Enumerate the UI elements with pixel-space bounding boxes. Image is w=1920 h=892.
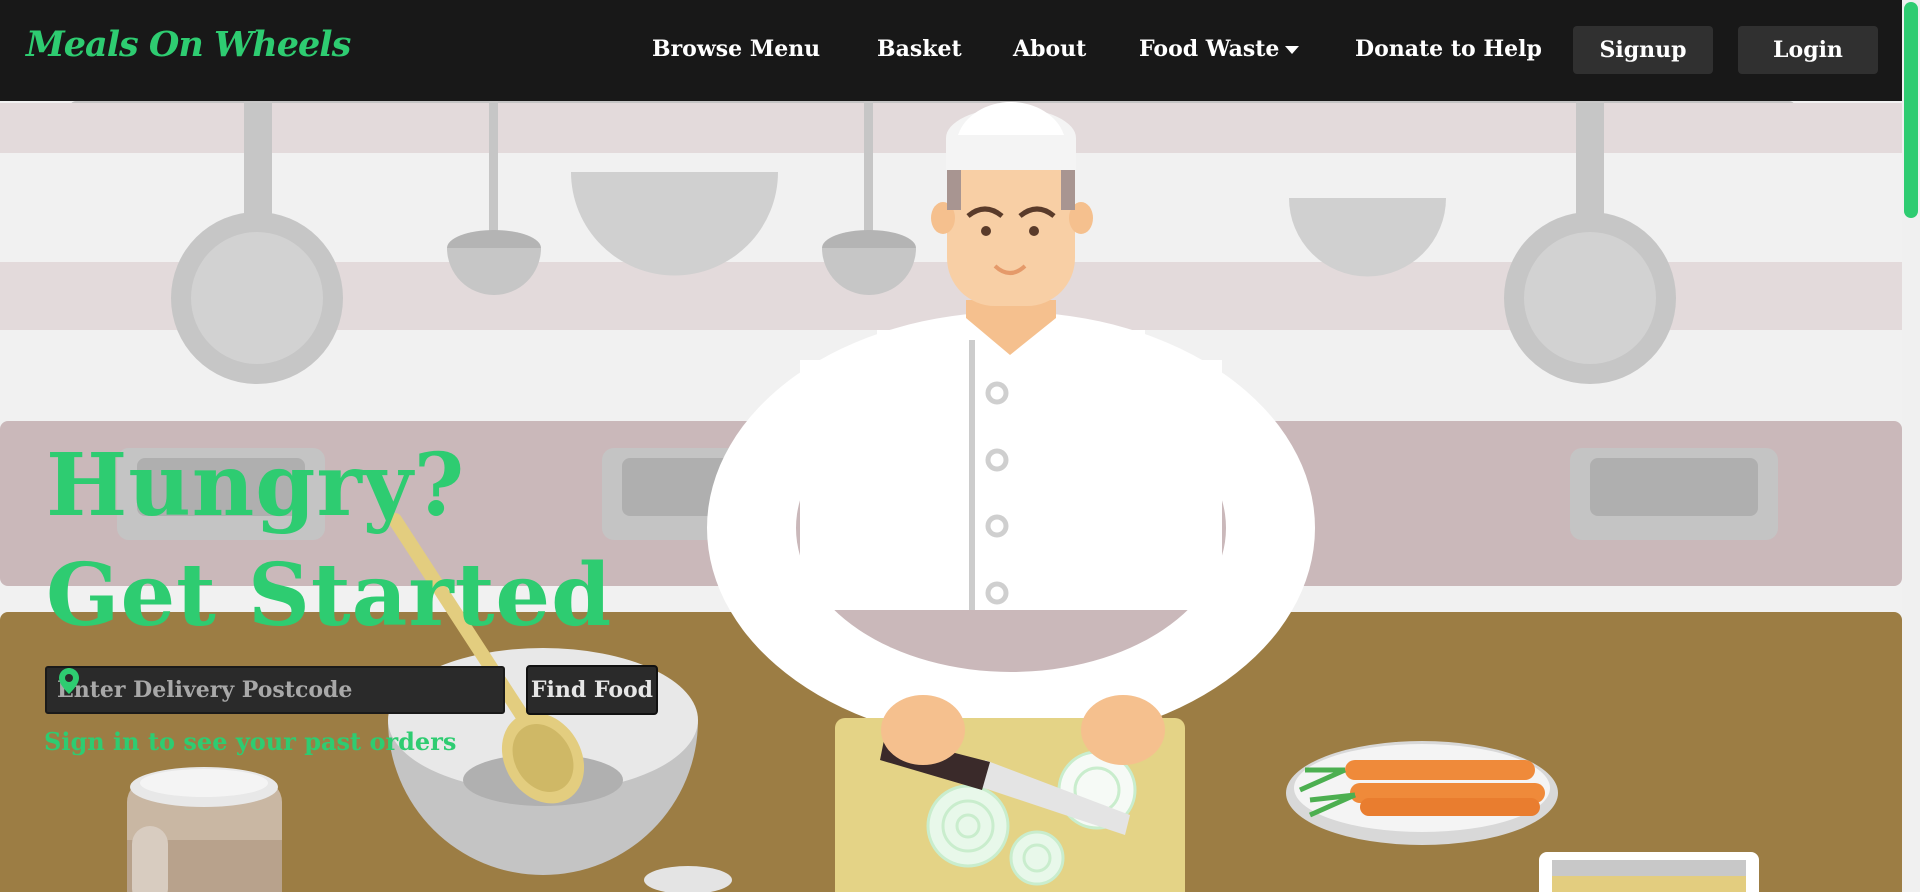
nav-food-waste-label: Food Waste bbox=[1139, 36, 1280, 62]
map-pin-icon bbox=[59, 668, 79, 694]
hero-section: Hungry? Get Started Find Food Sign in to… bbox=[0, 101, 1902, 892]
nav-food-waste-dropdown[interactable]: Food Waste bbox=[1139, 36, 1300, 62]
signin-past-orders-link[interactable]: Sign in to see your past orders bbox=[44, 727, 456, 756]
scrollbar-thumb[interactable] bbox=[1904, 2, 1918, 218]
login-button[interactable]: Login bbox=[1738, 26, 1878, 74]
page-scrollbar[interactable] bbox=[1902, 0, 1920, 892]
top-navbar: Meals On Wheels Browse Menu Basket About… bbox=[0, 0, 1902, 101]
signup-button[interactable]: Signup bbox=[1573, 26, 1713, 74]
find-food-button[interactable]: Find Food bbox=[526, 665, 658, 715]
nav-basket[interactable]: Basket bbox=[877, 36, 962, 62]
hero-headline-line1: Hungry? bbox=[46, 435, 466, 536]
brand-logo[interactable]: Meals On Wheels bbox=[26, 24, 351, 65]
postcode-input[interactable] bbox=[55, 676, 503, 704]
nav-about[interactable]: About bbox=[1013, 36, 1086, 62]
nav-donate[interactable]: Donate to Help bbox=[1355, 36, 1542, 62]
caret-down-icon bbox=[1285, 46, 1300, 54]
hero-headline: Hungry? Get Started bbox=[46, 431, 612, 651]
postcode-search-box[interactable] bbox=[45, 666, 505, 714]
nav-browse-menu[interactable]: Browse Menu bbox=[652, 36, 820, 62]
hero-headline-line2: Get Started bbox=[46, 545, 613, 646]
